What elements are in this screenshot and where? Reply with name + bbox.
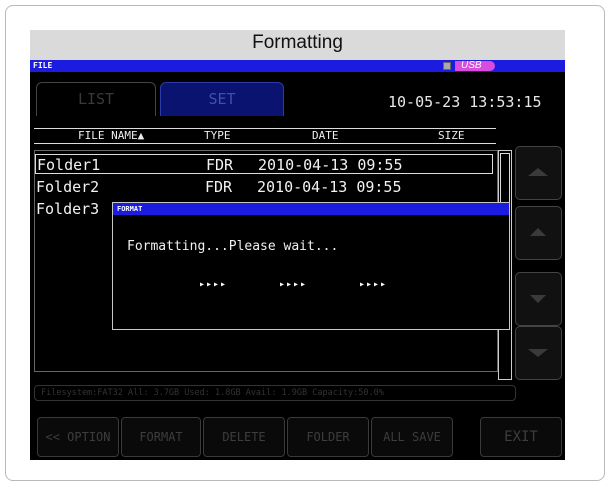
- page-up-button[interactable]: [515, 146, 562, 200]
- delete-button[interactable]: DELETE: [203, 417, 285, 457]
- progress-arrows: ▸▸▸▸: [359, 279, 388, 290]
- title-bar: Formatting: [30, 30, 565, 60]
- folder-button[interactable]: FOLDER: [287, 417, 369, 457]
- format-dialog: FORMAT Formatting...Please wait... ▸▸▸▸ …: [112, 202, 510, 330]
- clock: 10-05-23 13:53:15: [388, 93, 542, 111]
- file-date-cell: 2010-04-13 09:55: [257, 178, 402, 196]
- file-bar-label: FILE: [33, 61, 53, 70]
- double-up-icon: [528, 168, 548, 176]
- file-type-cell: FDR: [206, 156, 234, 174]
- double-down-icon: [528, 349, 548, 357]
- filesystem-status: Filesystem:FAT32 All: 3.7GB Used: 1.8GB …: [34, 385, 516, 401]
- up-arrow-icon: [530, 228, 546, 236]
- table-row[interactable]: Folder2 FDR 2010-04-13 09:55: [35, 177, 493, 197]
- file-type-cell: FDR: [205, 178, 233, 196]
- dialog-message: Formatting...Please wait...: [127, 239, 339, 254]
- usb-icon: [443, 62, 451, 70]
- down-arrow-icon: [530, 295, 546, 303]
- all-save-button[interactable]: ALL SAVE: [371, 417, 453, 457]
- table-row[interactable]: Folder1 FDR 2010-04-13 09:55: [35, 154, 493, 174]
- usb-badge: USB: [443, 60, 495, 71]
- dialog-title: FORMAT: [117, 205, 143, 213]
- scrollbar-thumb[interactable]: [500, 153, 510, 207]
- column-header-size[interactable]: SIZE: [438, 129, 465, 143]
- usb-label: USB: [461, 60, 482, 71]
- table-header: FILE NAME▲ TYPE DATE SIZE: [34, 128, 496, 144]
- instrument-screen: FILE USB LIST SET 10-05-23 13:53:15 FILE…: [30, 60, 565, 460]
- scroll-up-button[interactable]: [515, 206, 562, 260]
- dialog-title-bar: FORMAT: [113, 203, 509, 215]
- progress-arrows: ▸▸▸▸: [279, 279, 308, 290]
- file-name-cell: Folder2: [36, 178, 100, 196]
- column-header-type[interactable]: TYPE: [204, 129, 231, 143]
- option-button[interactable]: << OPTION: [37, 417, 119, 457]
- tab-list[interactable]: LIST: [36, 82, 156, 116]
- progress-arrows: ▸▸▸▸: [199, 279, 228, 290]
- tab-set[interactable]: SET: [160, 82, 284, 116]
- window-title: Formatting: [252, 32, 343, 53]
- exit-button[interactable]: EXIT: [480, 417, 562, 457]
- column-header-date[interactable]: DATE: [312, 129, 339, 143]
- file-name-cell: Folder1: [37, 156, 101, 174]
- page-down-button[interactable]: [515, 326, 562, 380]
- file-name-cell: Folder3: [36, 200, 100, 218]
- file-date-cell: 2010-04-13 09:55: [258, 156, 403, 174]
- scroll-down-button[interactable]: [515, 272, 562, 326]
- format-button[interactable]: FORMAT: [121, 417, 201, 457]
- file-header-bar: FILE USB: [30, 60, 565, 72]
- column-header-file-name[interactable]: FILE NAME▲: [78, 129, 144, 143]
